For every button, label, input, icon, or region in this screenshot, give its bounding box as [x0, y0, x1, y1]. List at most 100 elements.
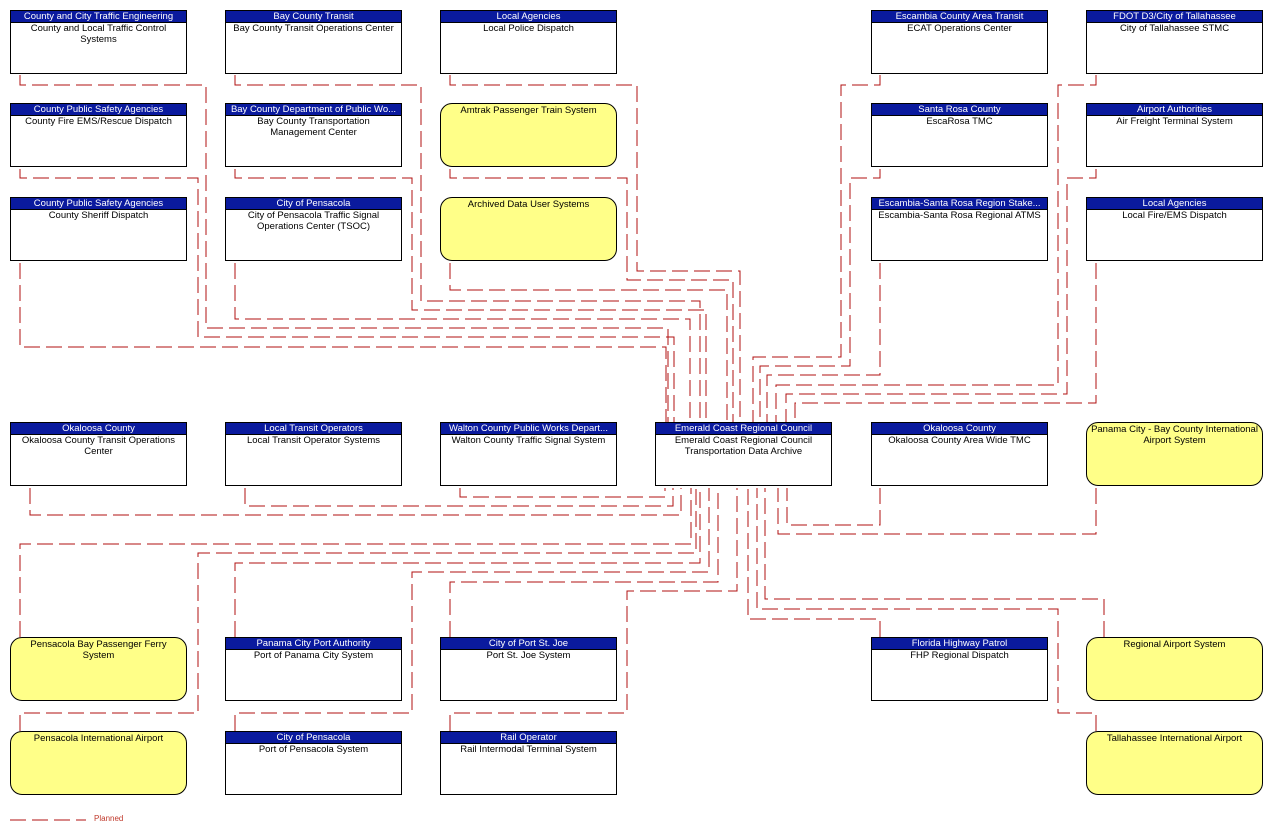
node-amtrak[interactable]: Amtrak Passenger Train System: [440, 103, 617, 167]
center-node-ecrc-archive[interactable]: Emerald Coast Regional Council Emerald Co…: [655, 422, 832, 486]
node-name: City of Tallahassee STMC: [1119, 23, 1230, 34]
legend: Planned: [10, 814, 170, 826]
node-name: County and Local Traffic Control Systems: [30, 23, 167, 45]
node-owner-header: Okaloosa County: [872, 423, 1047, 435]
node-name: Pensacola Bay Passenger Ferry System: [30, 639, 167, 661]
flow-ppcs-to-ecrc[interactable]: [234, 488, 701, 637]
flow-lines: [19, 75, 1105, 731]
node-okto[interactable]: Okaloosa County Okaloosa County Transit O…: [10, 422, 187, 486]
flow-pcbcia-to-ecrc[interactable]: [777, 488, 1097, 535]
node-name: Panama City - Bay County International A…: [1091, 424, 1258, 446]
node-psj[interactable]: City of Port St. Joe Port St. Joe System: [440, 637, 617, 701]
flow-escarosa-to-ecrc[interactable]: [759, 169, 881, 422]
node-name: Okaloosa County Transit Operations Cente…: [21, 435, 176, 457]
node-escarosa[interactable]: Santa Rosa County EscaRosa TMC: [871, 103, 1048, 167]
node-ecat[interactable]: Escambia County Area Transit ECAT Operati…: [871, 10, 1048, 74]
node-rits[interactable]: Rail Operator Rail Intermodal Terminal Sy…: [440, 731, 617, 795]
flow-ecat-to-ecrc[interactable]: [752, 75, 881, 422]
node-owner-header: Local Agencies: [441, 11, 616, 23]
node-name: Port of Panama City System: [253, 650, 374, 661]
node-name: Archived Data User Systems: [467, 199, 590, 210]
node-lto[interactable]: Local Transit Operators Local Transit Ope…: [225, 422, 402, 486]
node-owner-header: Florida Highway Patrol: [872, 638, 1047, 650]
legend-planned-line: [10, 819, 86, 821]
node-tsoc[interactable]: City of Pensacola City of Pensacola Traff…: [225, 197, 402, 261]
node-name: FHP Regional Dispatch: [910, 650, 1009, 661]
node-owner-header: FDOT D3/City of Tallahassee: [1087, 11, 1262, 23]
node-pcbcia[interactable]: Panama City - Bay County International A…: [1086, 422, 1263, 486]
node-name: Regional Airport System: [1123, 639, 1226, 650]
node-name: Tallahassee International Airport: [1106, 733, 1243, 744]
node-name: Amtrak Passenger Train System: [460, 105, 597, 116]
node-owner-header: County Public Safety Agencies: [11, 104, 186, 116]
node-name: County Fire EMS/Rescue Dispatch: [25, 116, 172, 127]
node-wcts[interactable]: Walton County Public Works Depart... Walt…: [440, 422, 617, 486]
flow-wcts-to-ecrc[interactable]: [459, 488, 666, 498]
node-okatmc[interactable]: Okaloosa County Okaloosa County Area Wide…: [871, 422, 1048, 486]
node-cctc[interactable]: County and City Traffic Engineering Count…: [10, 10, 187, 74]
node-name: Local Fire/EMS Dispatch: [1122, 210, 1227, 221]
node-owner-header: Walton County Public Works Depart...: [441, 423, 616, 435]
node-adus[interactable]: Archived Data User Systems: [440, 197, 617, 261]
node-bct[interactable]: Bay County Transit Bay County Transit Ope…: [225, 10, 402, 74]
node-name: Bay County Transit Operations Center: [233, 23, 394, 34]
node-owner-header: Escambia County Area Transit: [872, 11, 1047, 23]
node-lpd[interactable]: Local Agencies Local Police Dispatch: [440, 10, 617, 74]
node-owner-header: Local Agencies: [1087, 198, 1262, 210]
flow-adus-to-ecrc[interactable]: [449, 263, 728, 422]
node-airfreight[interactable]: Airport Authorities Air Freight Terminal …: [1086, 103, 1263, 167]
node-name: City of Pensacola Traffic Signal Operati…: [247, 210, 380, 232]
node-csd[interactable]: County Public Safety Agencies County Sher…: [10, 197, 187, 261]
node-name: Air Freight Terminal System: [1116, 116, 1233, 127]
flow-lfems-to-ecrc[interactable]: [794, 263, 1097, 422]
node-name: Escambia-Santa Rosa Regional ATMS: [878, 210, 1041, 221]
node-name: Local Transit Operator Systems: [246, 435, 381, 446]
node-owner-header: Rail Operator: [441, 732, 616, 744]
node-name: Port of Pensacola System: [258, 744, 369, 755]
node-owner-header: City of Pensacola: [226, 198, 401, 210]
node-pia[interactable]: Pensacola International Airport: [10, 731, 187, 795]
node-name: Emerald Coast Regional Council Transport…: [674, 435, 813, 457]
node-owner-header: Panama City Port Authority: [226, 638, 401, 650]
node-cfems[interactable]: County Public Safety Agencies County Fire…: [10, 103, 187, 167]
node-owner-header: Santa Rosa County: [872, 104, 1047, 116]
node-owner-header: County Public Safety Agencies: [11, 198, 186, 210]
flow-ras-to-ecrc[interactable]: [764, 488, 1105, 637]
node-name: Rail Intermodal Terminal System: [460, 744, 597, 755]
node-owner-header: County and City Traffic Engineering: [11, 11, 186, 23]
node-ras[interactable]: Regional Airport System: [1086, 637, 1263, 701]
node-owner-header: Okaloosa County: [11, 423, 186, 435]
node-name: ECAT Operations Center: [907, 23, 1012, 34]
flow-fhp-to-ecrc[interactable]: [747, 488, 881, 637]
node-name: Pensacola International Airport: [33, 733, 164, 744]
flow-okto-to-ecrc[interactable]: [29, 488, 682, 516]
node-bctmc[interactable]: Bay County Department of Public Wo... Bay…: [225, 103, 402, 167]
flow-okatmc-to-ecrc[interactable]: [786, 488, 881, 526]
node-owner-header: Escambia-Santa Rosa Region Stake...: [872, 198, 1047, 210]
node-owner-header: Bay County Transit: [226, 11, 401, 23]
node-owner-header: Bay County Department of Public Wo...: [226, 104, 401, 116]
node-ppcs[interactable]: Panama City Port Authority Port of Panama…: [225, 637, 402, 701]
node-name: County Sheriff Dispatch: [48, 210, 149, 221]
node-owner-header: Local Transit Operators: [226, 423, 401, 435]
node-ferry[interactable]: Pensacola Bay Passenger Ferry System: [10, 637, 187, 701]
node-owner-header: Airport Authorities: [1087, 104, 1262, 116]
node-lfems[interactable]: Local Agencies Local Fire/EMS Dispatch: [1086, 197, 1263, 261]
node-tstmc[interactable]: FDOT D3/City of Tallahassee City of Talla…: [1086, 10, 1263, 74]
node-name: Local Police Dispatch: [483, 23, 574, 34]
node-owner-header: City of Pensacola: [226, 732, 401, 744]
node-owner-header: Emerald Coast Regional Council: [656, 423, 831, 435]
node-name: Okaloosa County Area Wide TMC: [888, 435, 1031, 446]
flow-esratms-to-ecrc[interactable]: [766, 263, 881, 422]
node-tia[interactable]: Tallahassee International Airport: [1086, 731, 1263, 795]
node-name: Bay County Transportation Management Cen…: [257, 116, 370, 138]
node-name: Port St. Joe System: [486, 650, 571, 661]
node-fhp[interactable]: Florida Highway Patrol FHP Regional Dispa…: [871, 637, 1048, 701]
node-pps[interactable]: City of Pensacola Port of Pensacola Syste…: [225, 731, 402, 795]
node-name: EscaRosa TMC: [926, 116, 993, 127]
flow-csd-to-ecrc[interactable]: [19, 263, 667, 422]
node-esratms[interactable]: Escambia-Santa Rosa Region Stake... Escam…: [871, 197, 1048, 261]
flow-tsoc-to-ecrc[interactable]: [234, 263, 691, 422]
node-name: Walton County Traffic Signal System: [451, 435, 606, 446]
legend-planned-label: Planned: [94, 814, 124, 823]
